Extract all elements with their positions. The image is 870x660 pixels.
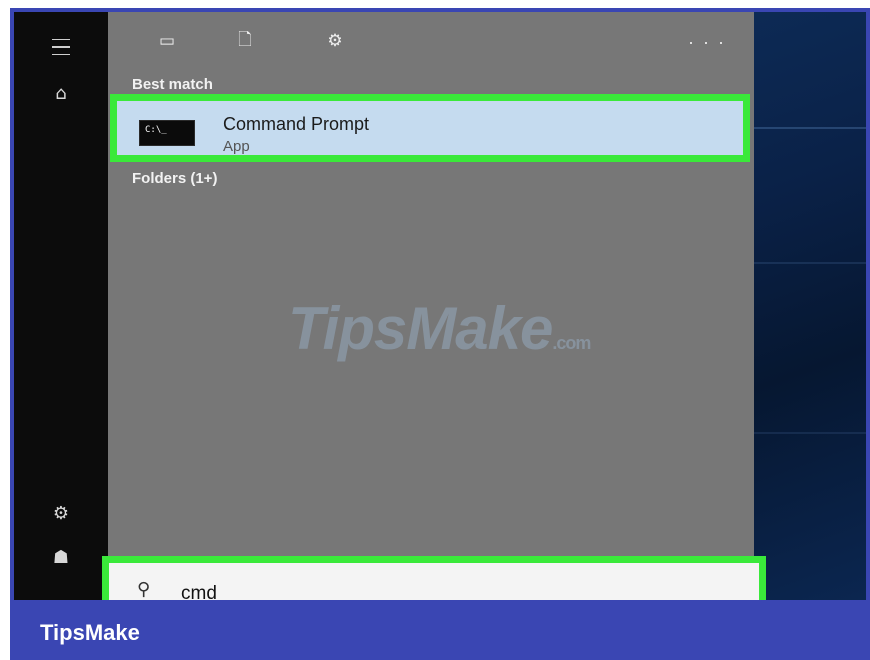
best-match-label: Best match xyxy=(132,76,213,93)
start-menu-rail: ⌂ ⚙ ☗ xyxy=(14,12,108,600)
result-title: Command Prompt xyxy=(223,114,370,134)
more-options-button[interactable]: · · · xyxy=(688,32,726,53)
tipsmake-watermark: TipsMake.com xyxy=(288,295,591,362)
search-icon: ⚲ xyxy=(137,579,151,600)
settings-filter-icon[interactable]: ⚙ xyxy=(322,30,348,52)
command-prompt-result[interactable]: C:\_ Command Prompt App xyxy=(110,94,750,162)
documents-icon[interactable]: 🗋 xyxy=(232,30,258,52)
settings-gear-icon[interactable]: ⚙ xyxy=(50,502,72,524)
hamburger-menu-icon[interactable] xyxy=(50,36,72,58)
apps-icon[interactable]: ▭ xyxy=(154,30,180,52)
image-frame: ⌂ ⚙ ☗ ▭ 🗋 ⚙ · · · Best match C:\_ Comman… xyxy=(10,8,870,660)
command-prompt-icon: C:\_ xyxy=(139,120,195,146)
desktop-background xyxy=(754,12,866,600)
caption-brand: TipsMake xyxy=(40,620,140,645)
folders-label: Folders (1+) xyxy=(132,170,218,187)
search-input[interactable]: ⚲ cmd xyxy=(102,556,766,600)
windows-screen: ⌂ ⚙ ☗ ▭ 🗋 ⚙ · · · Best match C:\_ Comman… xyxy=(14,12,866,600)
user-feedback-icon[interactable]: ☗ xyxy=(50,546,72,568)
search-query: cmd xyxy=(181,583,217,600)
start-search-panel: ▭ 🗋 ⚙ · · · Best match C:\_ Command Prom… xyxy=(102,12,766,600)
home-icon[interactable]: ⌂ xyxy=(50,82,72,104)
result-subtitle: App xyxy=(223,138,250,155)
